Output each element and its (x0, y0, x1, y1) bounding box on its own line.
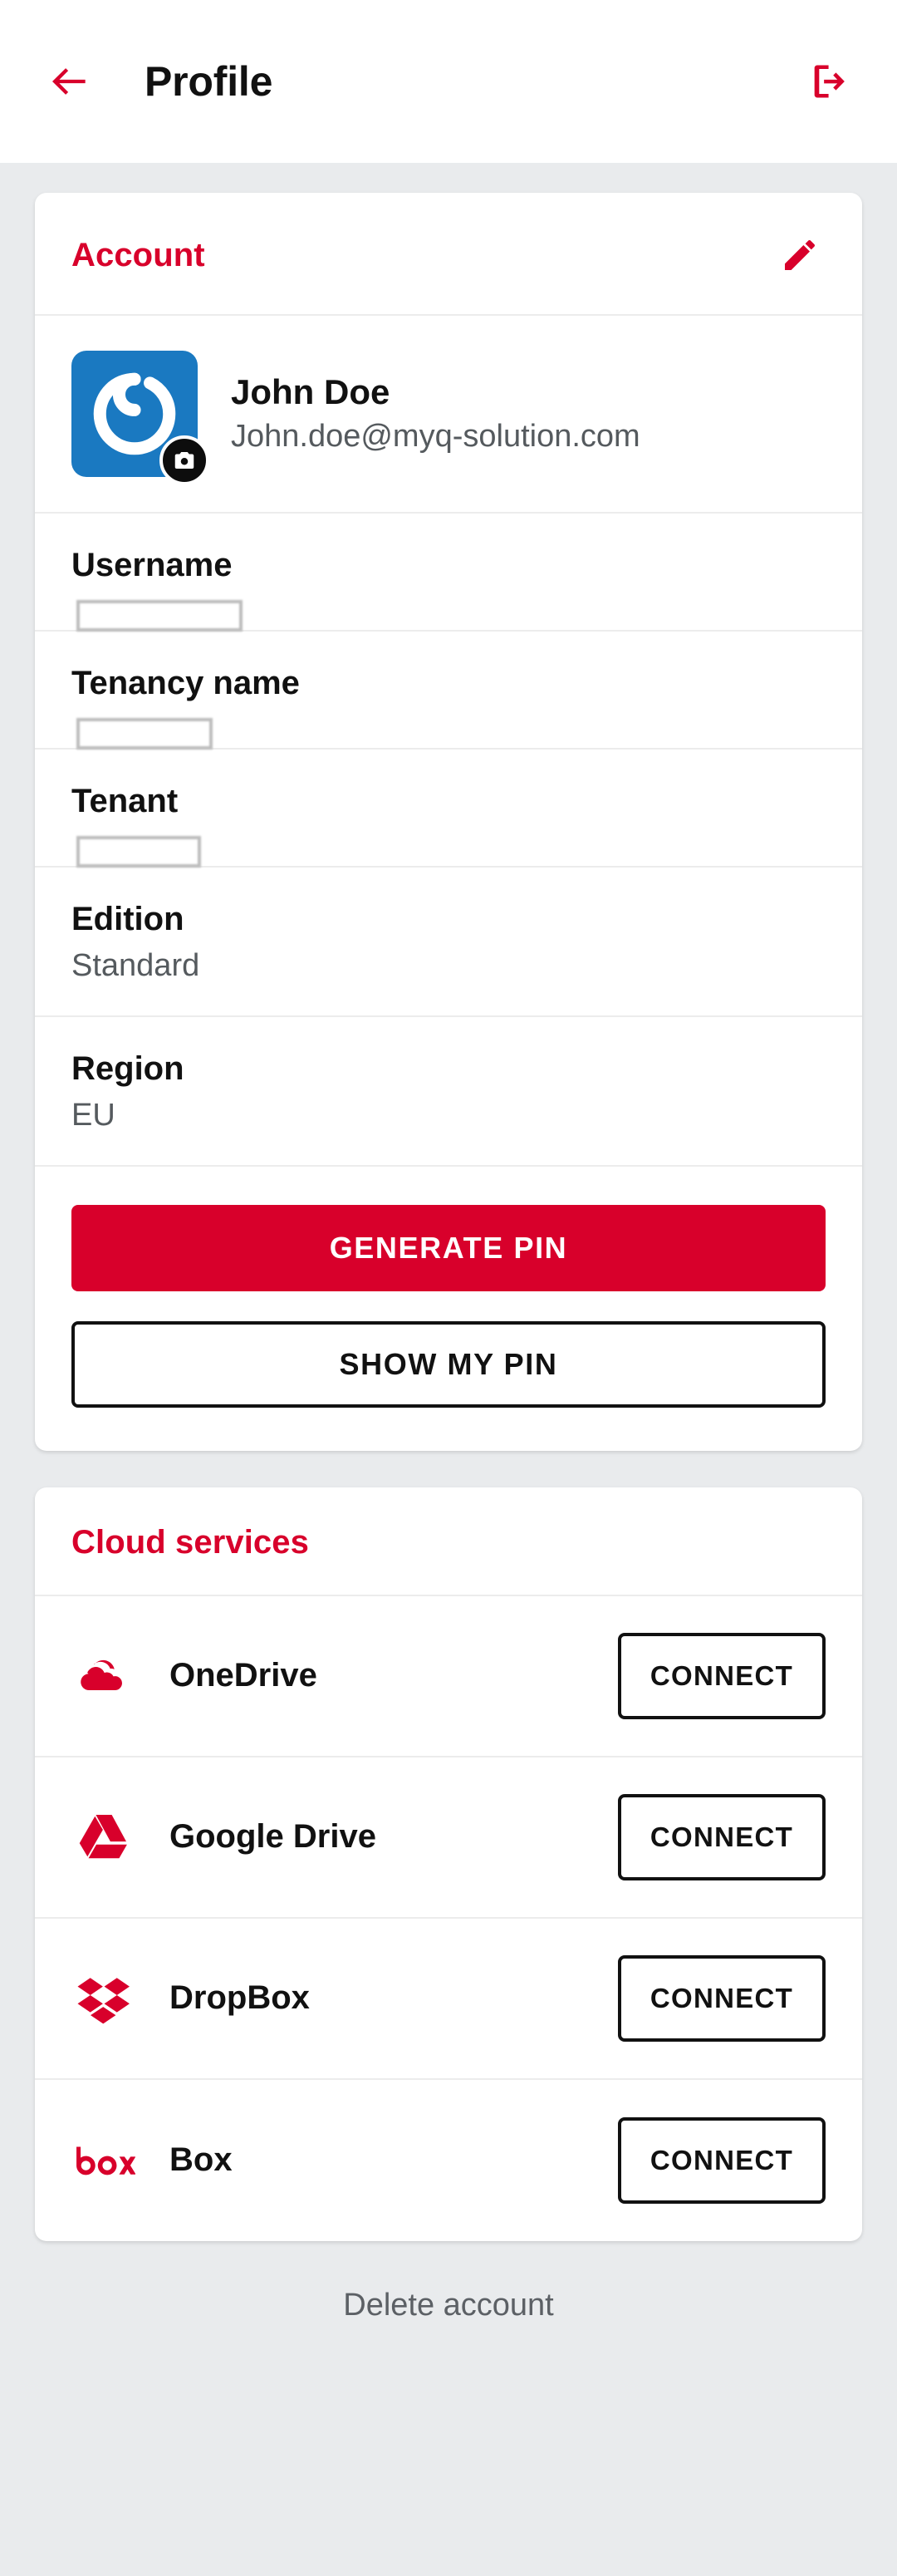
service-row-google-drive: Google Drive CONNECT (35, 1757, 862, 1919)
delete-account-link[interactable]: Delete account (343, 2288, 554, 2323)
logout-icon (814, 65, 845, 98)
info-row-username: Username (35, 514, 862, 632)
dropbox-icon (71, 1966, 136, 2031)
field-value-edition: Standard (71, 948, 200, 983)
avatar-wrapper[interactable] (71, 351, 209, 485)
box-wordmark-icon (76, 2146, 135, 2175)
account-section-title: Account (71, 236, 205, 273)
box-icon (71, 2128, 136, 2193)
cloud-services-card: Cloud services OneDrive CONNECT Google D… (35, 1487, 862, 2241)
info-row-tenancy-name: Tenancy name (35, 632, 862, 750)
back-button[interactable] (38, 50, 101, 113)
pencil-icon (785, 240, 815, 270)
onedrive-cloud-icon (81, 1659, 122, 1690)
show-my-pin-button[interactable]: SHOW MY PIN (71, 1320, 826, 1408)
info-row-tenant: Tenant (35, 750, 862, 868)
page-content: Account John Doe John.doe@myq-solution.c… (0, 163, 897, 2357)
user-name: John Doe (231, 372, 390, 411)
edit-account-button[interactable] (774, 229, 826, 281)
google-drive-icon (71, 1805, 136, 1870)
service-name: Box (169, 2141, 233, 2179)
field-label: Tenancy name (71, 665, 300, 701)
service-name: DropBox (169, 1979, 310, 2017)
identity-text: John Doe John.doe@myq-solution.com (231, 372, 640, 455)
service-name: Google Drive (169, 1818, 376, 1856)
cloud-services-card-header: Cloud services (35, 1487, 862, 1596)
connect-button-onedrive[interactable]: CONNECT (618, 1632, 826, 1719)
pin-actions: GENERATE PIN SHOW MY PIN (35, 1167, 862, 1451)
arrow-left-icon (52, 68, 86, 95)
generate-pin-button[interactable]: GENERATE PIN (71, 1204, 826, 1291)
field-label: Username (71, 547, 233, 583)
field-label: Tenant (71, 783, 179, 819)
field-label: Edition (71, 901, 184, 937)
service-row-box: Box CONNECT (35, 2080, 862, 2241)
service-row-dropbox: DropBox CONNECT (35, 1919, 862, 2080)
onedrive-icon (71, 1644, 136, 1708)
cloud-services-section-title: Cloud services (71, 1523, 309, 1561)
field-label: Region (71, 1050, 184, 1087)
dropbox-boxes-icon (77, 1977, 130, 2023)
identity-row[interactable]: John Doe John.doe@myq-solution.com (35, 316, 862, 514)
app-bar: Profile (0, 0, 897, 163)
connect-button-box[interactable]: CONNECT (618, 2116, 826, 2204)
connect-button-dropbox[interactable]: CONNECT (618, 1954, 826, 2042)
footer: Delete account (35, 2241, 862, 2357)
service-row-onedrive: OneDrive CONNECT (35, 1596, 862, 1757)
redaction-cover (76, 718, 213, 750)
redaction-cover (76, 836, 201, 868)
google-drive-triangle-icon (79, 1814, 127, 1858)
connect-button-google-drive[interactable]: CONNECT (618, 1793, 826, 1880)
change-avatar-button[interactable] (159, 435, 209, 485)
account-card-header: Account (35, 193, 862, 316)
page-title: Profile (145, 58, 273, 105)
redaction-cover (76, 600, 243, 632)
info-row-edition: Edition Standard (35, 868, 862, 1017)
user-email: John.doe@myq-solution.com (231, 419, 640, 455)
logout-button[interactable] (799, 52, 859, 111)
info-row-region: Region EU (35, 1017, 862, 1167)
account-card: Account John Doe John.doe@myq-solution.c… (35, 193, 862, 1451)
field-value-region: EU (71, 1097, 115, 1133)
service-name: OneDrive (169, 1657, 317, 1694)
camera-icon (174, 452, 194, 469)
